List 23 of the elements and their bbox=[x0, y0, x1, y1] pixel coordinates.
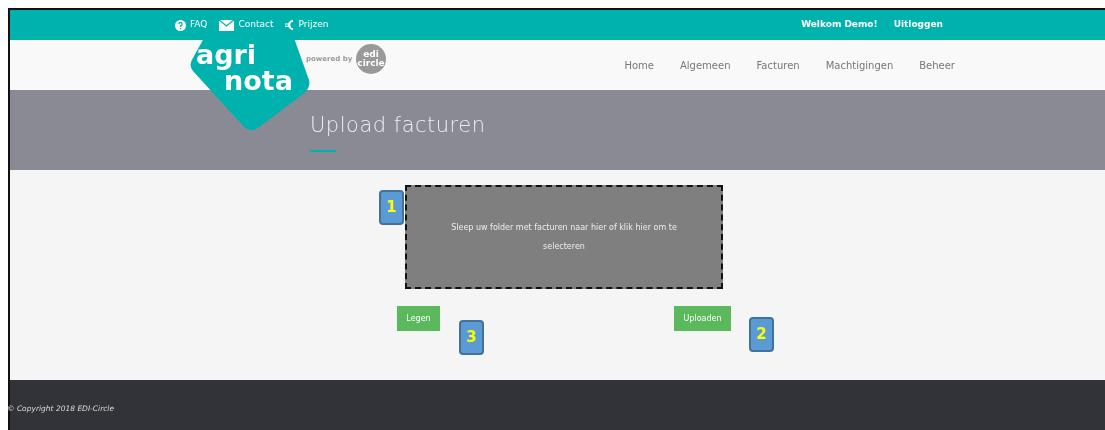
nav-link[interactable]: Algemeen bbox=[680, 57, 731, 73]
clear-button[interactable]: Legen bbox=[397, 306, 440, 331]
nav-link[interactable]: Machtigingen bbox=[825, 57, 894, 73]
question-icon bbox=[175, 19, 186, 31]
upload-dropzone[interactable]: Sleep uw folder met facturen naar hier of klik hier om te selecteren bbox=[405, 185, 723, 289]
top-bar-link[interactable]: Prijzen bbox=[285, 18, 329, 32]
upload-button[interactable]: Uploaden bbox=[674, 306, 731, 331]
callout-badge: 2 bbox=[749, 317, 774, 352]
welcome-text: Welkom Demo! bbox=[801, 18, 878, 32]
title-underline bbox=[310, 149, 336, 152]
page-title: Upload facturen bbox=[310, 112, 487, 139]
callout-badge: 3 bbox=[459, 320, 484, 355]
logo-text[interactable]: agri nota bbox=[196, 42, 293, 94]
top-bar-link[interactable]: Contact bbox=[219, 18, 274, 32]
logout-link[interactable]: Uitloggen bbox=[893, 18, 943, 32]
euro-icon bbox=[285, 19, 295, 31]
envelope-icon bbox=[219, 19, 235, 31]
nav-link[interactable]: Facturen bbox=[756, 57, 800, 73]
nav-link[interactable]: Beheer bbox=[919, 57, 955, 73]
partner-logo: edi circle bbox=[356, 44, 386, 74]
nav-link[interactable]: Home bbox=[624, 57, 654, 73]
top-bar-link[interactable]: FAQ bbox=[175, 18, 208, 32]
callout-badge: 1 bbox=[379, 190, 404, 225]
